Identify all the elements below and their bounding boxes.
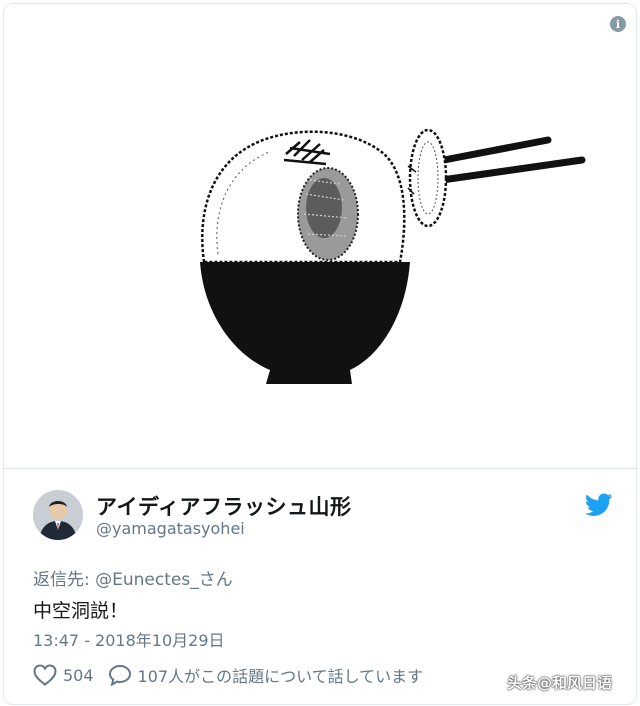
- watermark: 头条@和风日语: [507, 674, 613, 692]
- avatar[interactable]: [33, 490, 83, 540]
- tweet-text: 中空洞説！: [33, 600, 129, 622]
- tweet-card: i アイディアフラッシュ山形 @yamagatasyohei 返信先: @Eun…: [3, 3, 637, 705]
- tweet-image[interactable]: i: [4, 4, 636, 468]
- display-name[interactable]: アイディアフラッシュ山形: [96, 491, 351, 521]
- twitter-bird-icon[interactable]: [585, 493, 613, 517]
- speech-bubble-icon[interactable]: [108, 664, 132, 686]
- heart-icon[interactable]: [33, 664, 57, 686]
- info-icon[interactable]: i: [610, 16, 626, 32]
- timestamp[interactable]: 13:47 - 2018年10月29日: [33, 627, 225, 651]
- user-handle[interactable]: @yamagatasyohei: [96, 519, 245, 538]
- divider: [4, 468, 636, 469]
- rice-bowl-illustration: [200, 128, 586, 384]
- like-count[interactable]: 504: [63, 666, 94, 685]
- avatar-image: [33, 490, 83, 540]
- conversation-count[interactable]: 107人がこの話題について話しています: [138, 663, 424, 687]
- tweet-actions: 504 107人がこの話題について話しています: [33, 662, 423, 688]
- reply-to-line[interactable]: 返信先: @Eunectes_さん: [33, 565, 233, 590]
